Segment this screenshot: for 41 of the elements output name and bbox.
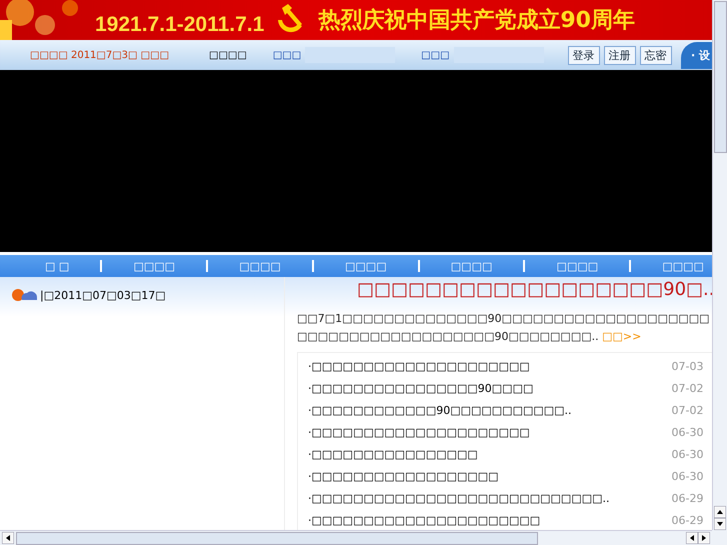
news-date: 06-29 — [672, 514, 704, 526]
banner-dates: 1921.7.1-2011.7.1 — [95, 13, 264, 37]
scroll-up-icon[interactable] — [714, 506, 726, 518]
weather-text: |□2011□07□03□17□ — [40, 288, 166, 302]
news-date: 07-02 — [672, 382, 704, 394]
news-title[interactable]: ·□□□□□□□□□□□□□□□□□□□□□ — [308, 426, 530, 438]
scroll-left-icon[interactable] — [2, 532, 14, 544]
date-text: □□□□ 2011□7□3□ □□□ — [30, 50, 170, 60]
username-label: □□□ — [272, 50, 302, 60]
password-field[interactable] — [454, 47, 544, 63]
news-date: 06-30 — [672, 448, 704, 460]
news-title[interactable]: ·□□□□□□□□□□□□90□□□□□□□□□□□.. — [308, 404, 572, 416]
username-field[interactable] — [305, 47, 396, 63]
news-date: 06-29 — [672, 492, 704, 504]
news-date: 07-03 — [672, 360, 704, 372]
corner-link[interactable]: · 设 — [680, 42, 712, 68]
scrollbar-thumb[interactable] — [16, 532, 538, 544]
vertical-scrollbar[interactable] — [712, 0, 727, 530]
news-title[interactable]: ·□□□□□□□□□□□□□□□□□□□□□□ — [308, 514, 540, 526]
header-button[interactable]: 登录 — [568, 46, 600, 64]
weather-icon — [10, 287, 38, 303]
header-button[interactable]: 注册 — [604, 46, 636, 64]
greeting-text: □□□□ — [209, 50, 247, 60]
scrollbar-thumb[interactable] — [714, 1, 726, 153]
news-date: 07-02 — [672, 404, 704, 416]
header-button[interactable]: 忘密 — [640, 46, 672, 64]
news-title[interactable]: ·□□□□□□□□□□□□□□□□□□ — [308, 470, 499, 482]
news-date: 06-30 — [672, 426, 704, 438]
scroll-down-icon[interactable] — [714, 518, 726, 530]
scrollbar-corner — [712, 530, 727, 545]
horizontal-scrollbar[interactable] — [0, 530, 712, 545]
password-label: □□□ — [421, 50, 450, 60]
news-date: 06-30 — [672, 470, 704, 482]
news-title[interactable]: ·□□□□□□□□□□□□□□□□□□□□□ — [308, 360, 530, 372]
scroll-left-icon[interactable] — [686, 532, 698, 544]
scroll-right-icon[interactable] — [698, 532, 710, 544]
news-title[interactable]: ·□□□□□□□□□□□□□□□□90□□□□ — [308, 382, 534, 394]
news-title[interactable]: ·□□□□□□□□□□□□□□□□□□□□□□□□□□□□.. — [308, 492, 610, 504]
banner-title: 热烈庆祝中国共产党成立90周年 — [318, 6, 635, 35]
summary-text: □□7□1□□□□□□□□□□□□□□90□□□□□□□□□□□□□□□□□□□□□□□□□□□□□□□□□□□□□□□90□□□□□□□□.. □□>> — [297, 311, 711, 345]
news-title[interactable]: ·□□□□□□□□□□□□□□□□ — [308, 448, 478, 460]
